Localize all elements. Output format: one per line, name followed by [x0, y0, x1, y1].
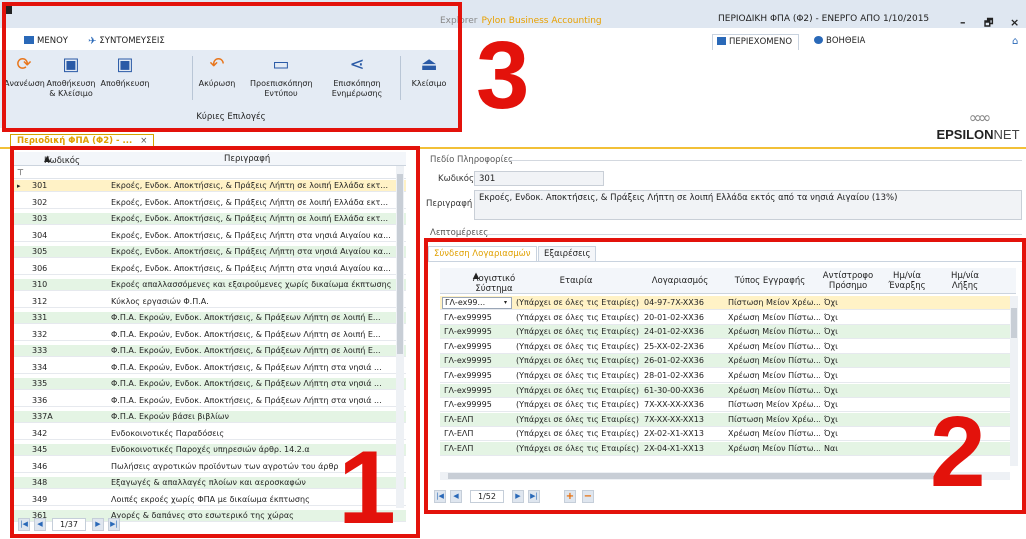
epsilonnet-logo: ∞∞ EPSILONNET [930, 108, 1026, 142]
annotation-number-3: 3 [476, 22, 530, 129]
info-section-title: Πεδίο Πληροφορίες [430, 155, 514, 165]
tab-help[interactable]: ΒΟΗΘΕΙΑ [810, 34, 871, 50]
annotation-number-2: 2 [930, 396, 986, 508]
code-label: Κωδικός [438, 174, 474, 184]
minimize-button[interactable]: – [960, 16, 966, 29]
logo-icon: ∞∞ [968, 108, 992, 127]
annotation-number-1: 1 [338, 430, 396, 539]
code-field[interactable]: 301 [474, 171, 604, 186]
details-section-line [486, 234, 1022, 235]
info-section-line [508, 160, 1022, 161]
annotation-frame-3 [2, 2, 462, 132]
details-section-title: Λεπτομέρειες [430, 228, 489, 238]
tab-content[interactable]: ΠΕΡΙΕΧΟΜΕΝΟ [712, 34, 800, 50]
content-icon [717, 37, 726, 45]
home-icon[interactable]: ⌂ [1012, 36, 1018, 47]
restore-button[interactable]: 🗗 [984, 16, 993, 33]
close-window-button[interactable]: × [1010, 16, 1019, 29]
close-tab-icon[interactable]: × [140, 136, 147, 146]
description-label: Περιγραφή [426, 199, 473, 209]
help-icon [814, 36, 823, 44]
description-field[interactable]: Εκροές, Ενδοκ. Αποκτήσεις, & Πράξεις Λήπ… [474, 190, 1022, 220]
window-title: ΠΕΡΙΟΔΙΚΗ ΦΠΑ (Φ2) - ΕΝΕΡΓΟ ΑΠΟ 1/10/201… [718, 14, 930, 24]
